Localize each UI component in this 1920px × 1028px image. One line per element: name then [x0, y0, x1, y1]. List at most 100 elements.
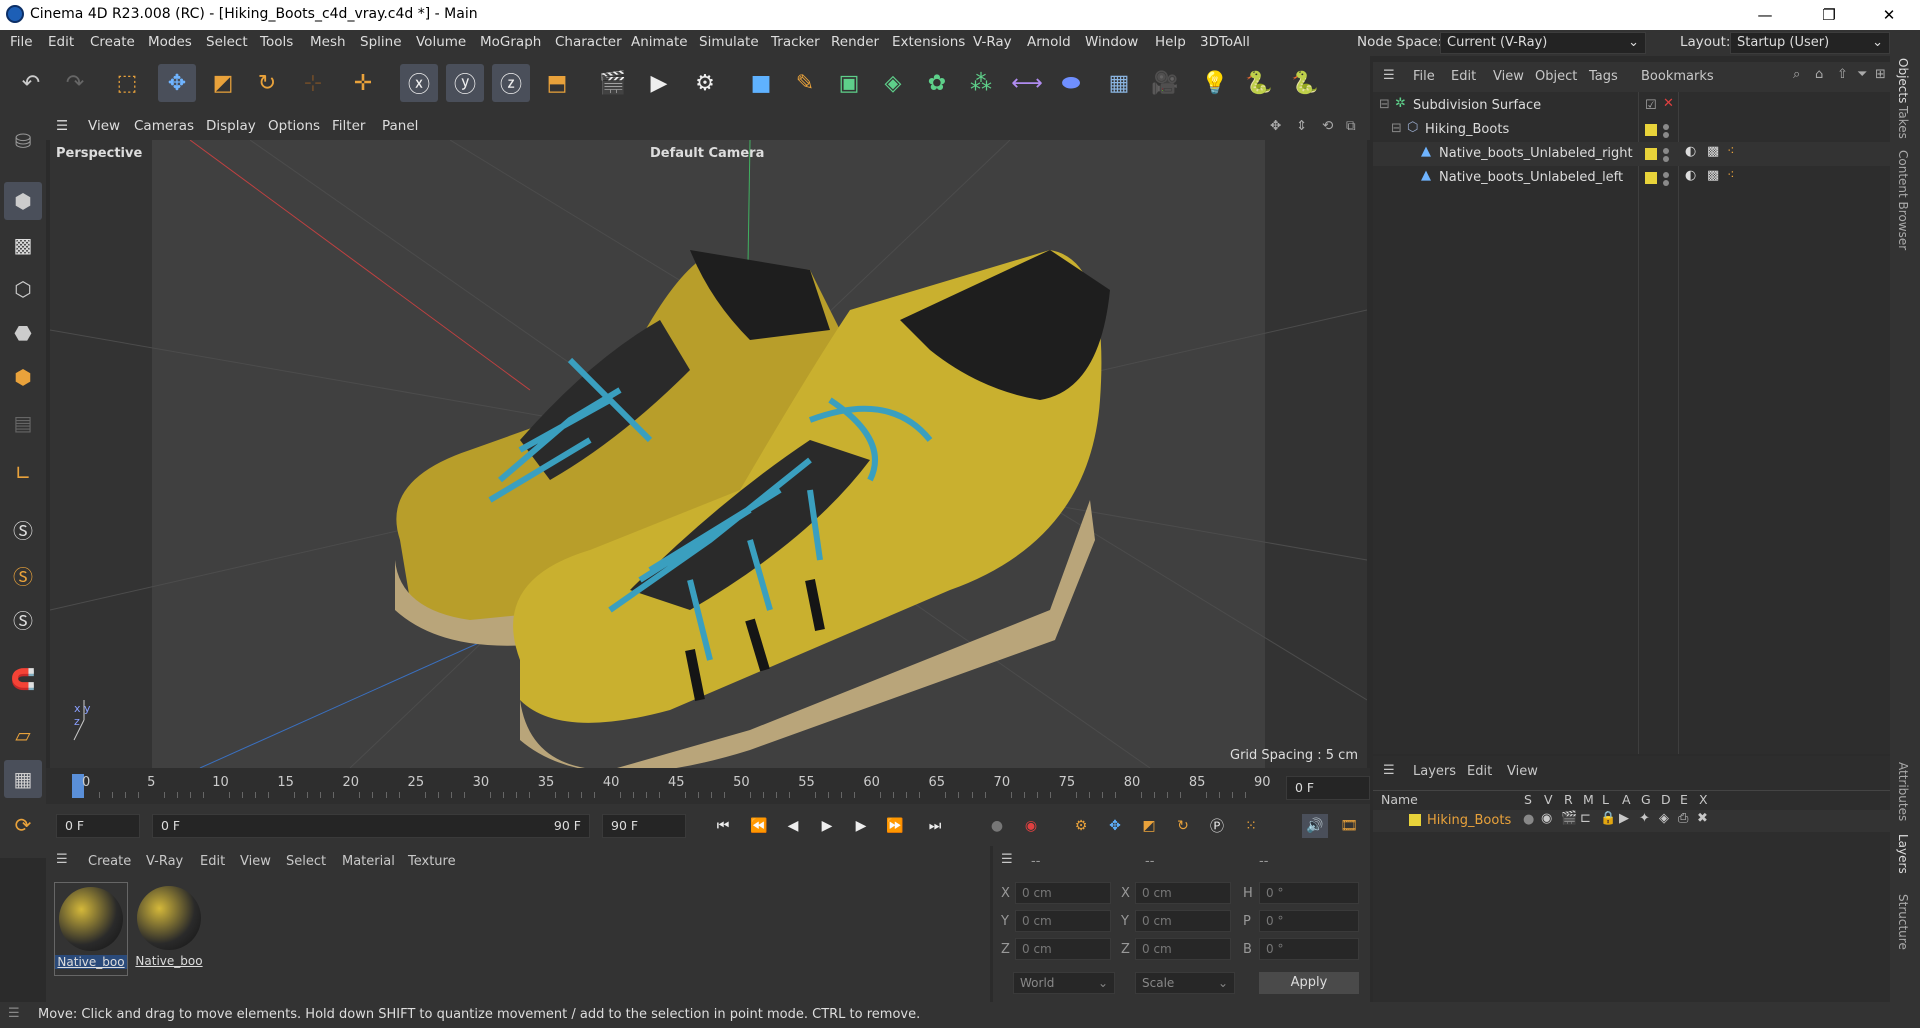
- layer-name[interactable]: Hiking_Boots: [1427, 813, 1511, 828]
- y-axis-lock-icon[interactable]: ⓨ: [446, 64, 484, 102]
- python-generator-icon[interactable]: 🐍: [1286, 64, 1324, 102]
- home-icon[interactable]: ⌂: [1815, 67, 1823, 82]
- keyframe-selection-icon[interactable]: ⚙: [1068, 814, 1094, 838]
- hamburger-icon[interactable]: ☰: [56, 118, 68, 134]
- tab-structure[interactable]: Structure: [1896, 894, 1910, 950]
- tab-content-browser[interactable]: Content Browser: [1896, 150, 1910, 250]
- maximize-button[interactable]: ❐: [1806, 0, 1852, 30]
- rotation-p-field[interactable]: 0 °: [1259, 910, 1359, 932]
- render-dot[interactable]: [1663, 132, 1669, 138]
- redo-icon[interactable]: ↷: [56, 64, 94, 102]
- object-row[interactable]: ▲ Native_boots_Unlabeled_left ◐ ▩ ⁖: [1373, 166, 1890, 190]
- solo-icon[interactable]: Ⓢ: [4, 510, 42, 548]
- layer-color-swatch[interactable]: [1409, 814, 1421, 826]
- light-icon[interactable]: 💡: [1196, 64, 1234, 102]
- size-y-field[interactable]: 0 cm: [1135, 910, 1231, 932]
- material-menu-create[interactable]: Create: [88, 854, 131, 869]
- material-tag-icon[interactable]: ◐: [1685, 144, 1696, 159]
- layers-menu-view[interactable]: View: [1507, 764, 1538, 779]
- scale-tool-icon[interactable]: ◩: [204, 64, 242, 102]
- menu-volume[interactable]: Volume: [416, 34, 466, 50]
- mograph-cloner-icon[interactable]: ✿: [918, 64, 956, 102]
- rotate-tool-icon[interactable]: ↻: [248, 64, 286, 102]
- menu-edit[interactable]: Edit: [48, 34, 74, 50]
- position-y-field[interactable]: 0 cm: [1015, 910, 1111, 932]
- array-icon[interactable]: ⁂: [962, 64, 1000, 102]
- disable-x-icon[interactable]: ✕: [1663, 96, 1674, 111]
- make-editable-icon[interactable]: ⛁: [4, 122, 42, 160]
- viewport-menu-view[interactable]: View: [88, 118, 120, 134]
- tab-takes[interactable]: Takes: [1896, 106, 1910, 139]
- menu-simulate[interactable]: Simulate: [699, 34, 759, 50]
- viewport-menu-cameras[interactable]: Cameras: [134, 118, 194, 134]
- material-swatch[interactable]: Native_boo: [54, 882, 128, 976]
- tab-objects[interactable]: Objects: [1896, 58, 1910, 103]
- polygons-mode-icon[interactable]: ⬢: [4, 358, 42, 396]
- material-menu-vray[interactable]: V-Ray: [146, 854, 183, 869]
- objects-menu-tags[interactable]: Tags: [1589, 69, 1618, 84]
- solo-hierarchy-icon[interactable]: Ⓢ: [4, 556, 42, 594]
- xref-icon[interactable]: ✖: [1697, 811, 1708, 826]
- viewport-menu-display[interactable]: Display: [206, 118, 256, 134]
- render-dot[interactable]: [1663, 180, 1669, 186]
- material-menu-texture[interactable]: Texture: [408, 854, 456, 869]
- objects-menu-bookmarks[interactable]: Bookmarks: [1641, 69, 1714, 84]
- edges-mode-icon[interactable]: ⬣: [4, 314, 42, 352]
- layers-menu-edit[interactable]: Edit: [1467, 764, 1492, 779]
- material-menu-view[interactable]: View: [240, 854, 271, 869]
- cube-icon[interactable]: ■: [742, 64, 780, 102]
- hamburger-icon[interactable]: ☰: [1383, 763, 1395, 778]
- objects-menu-edit[interactable]: Edit: [1451, 69, 1476, 84]
- prev-key-icon[interactable]: ⏪: [746, 814, 772, 838]
- position-x-field[interactable]: 0 cm: [1015, 882, 1111, 904]
- layer-row[interactable]: Hiking_Boots ● ◉ 🎬 ⊏ 🔒 ▶ ✦ ◈ ⎙ ✖: [1373, 810, 1890, 832]
- render-settings-icon[interactable]: ⚙: [686, 64, 724, 102]
- key-rotation-icon[interactable]: ↻: [1170, 814, 1196, 838]
- move-tool-icon[interactable]: ✥: [158, 64, 196, 102]
- objects-menu-object[interactable]: Object: [1535, 69, 1577, 84]
- record-off-icon[interactable]: ●: [984, 814, 1010, 838]
- rotate-view-icon[interactable]: ⟲: [1322, 118, 1333, 134]
- tab-attributes[interactable]: Attributes: [1896, 762, 1910, 821]
- field-icon[interactable]: ⬬: [1052, 64, 1090, 102]
- next-key-icon[interactable]: ⏩: [882, 814, 908, 838]
- menu-spline[interactable]: Spline: [360, 34, 402, 50]
- axis-move-icon[interactable]: ✛: [344, 64, 382, 102]
- vray-tag-icon[interactable]: ⁖: [1727, 144, 1735, 159]
- menu-mograph[interactable]: MoGraph: [480, 34, 541, 50]
- pan-view-icon[interactable]: ✥: [1270, 118, 1281, 134]
- apply-button[interactable]: Apply: [1259, 972, 1359, 994]
- snap-magnet-icon[interactable]: 🧲: [4, 660, 42, 698]
- material-menu-material[interactable]: Material: [342, 854, 395, 869]
- rotation-b-field[interactable]: 0 °: [1259, 938, 1359, 960]
- hamburger-icon[interactable]: ☰: [56, 852, 68, 867]
- deformers-icon[interactable]: ◈: [1659, 811, 1669, 826]
- layers-menu-layers[interactable]: Layers: [1413, 764, 1456, 779]
- object-row[interactable]: ⊟ ⬡ Hiking_Boots: [1373, 118, 1890, 142]
- visibility-dot[interactable]: [1663, 172, 1669, 178]
- object-row[interactable]: ▲ Native_boots_Unlabeled_right ◐ ▩ ⁖: [1373, 142, 1890, 166]
- menu-modes[interactable]: Modes: [148, 34, 192, 50]
- viewport-menu-panel[interactable]: Panel: [382, 118, 418, 134]
- menu-render[interactable]: Render: [831, 34, 879, 50]
- locked-workplane-icon[interactable]: ▦: [4, 760, 42, 798]
- viewport-menu-filter[interactable]: Filter: [332, 118, 365, 134]
- enabled-check-icon[interactable]: ☑: [1645, 98, 1657, 113]
- visibility-dot[interactable]: [1663, 124, 1669, 130]
- uv-mode-icon[interactable]: ▤: [4, 404, 42, 442]
- end-frame-field[interactable]: 90 F: [602, 814, 686, 838]
- generators-icon[interactable]: ✦: [1639, 811, 1650, 826]
- expressions-icon[interactable]: ⎙: [1678, 811, 1688, 826]
- coordinate-space-dropdown[interactable]: World ⌄: [1013, 972, 1115, 994]
- undo-icon[interactable]: ↶: [12, 64, 50, 102]
- viewport-menu-options[interactable]: Options: [268, 118, 320, 134]
- current-frame-field[interactable]: 0 F: [1286, 776, 1370, 800]
- workplane-icon[interactable]: ▱: [4, 716, 42, 754]
- floor-icon[interactable]: ▦: [1100, 64, 1138, 102]
- minimize-button[interactable]: —: [1742, 0, 1788, 30]
- zoom-view-icon[interactable]: ⇕: [1296, 118, 1307, 134]
- goto-end-icon[interactable]: ⏭: [922, 814, 948, 838]
- key-param-icon[interactable]: Ⓟ: [1204, 814, 1230, 838]
- menu-vray[interactable]: V-Ray: [973, 34, 1012, 50]
- menu-character[interactable]: Character: [555, 34, 622, 50]
